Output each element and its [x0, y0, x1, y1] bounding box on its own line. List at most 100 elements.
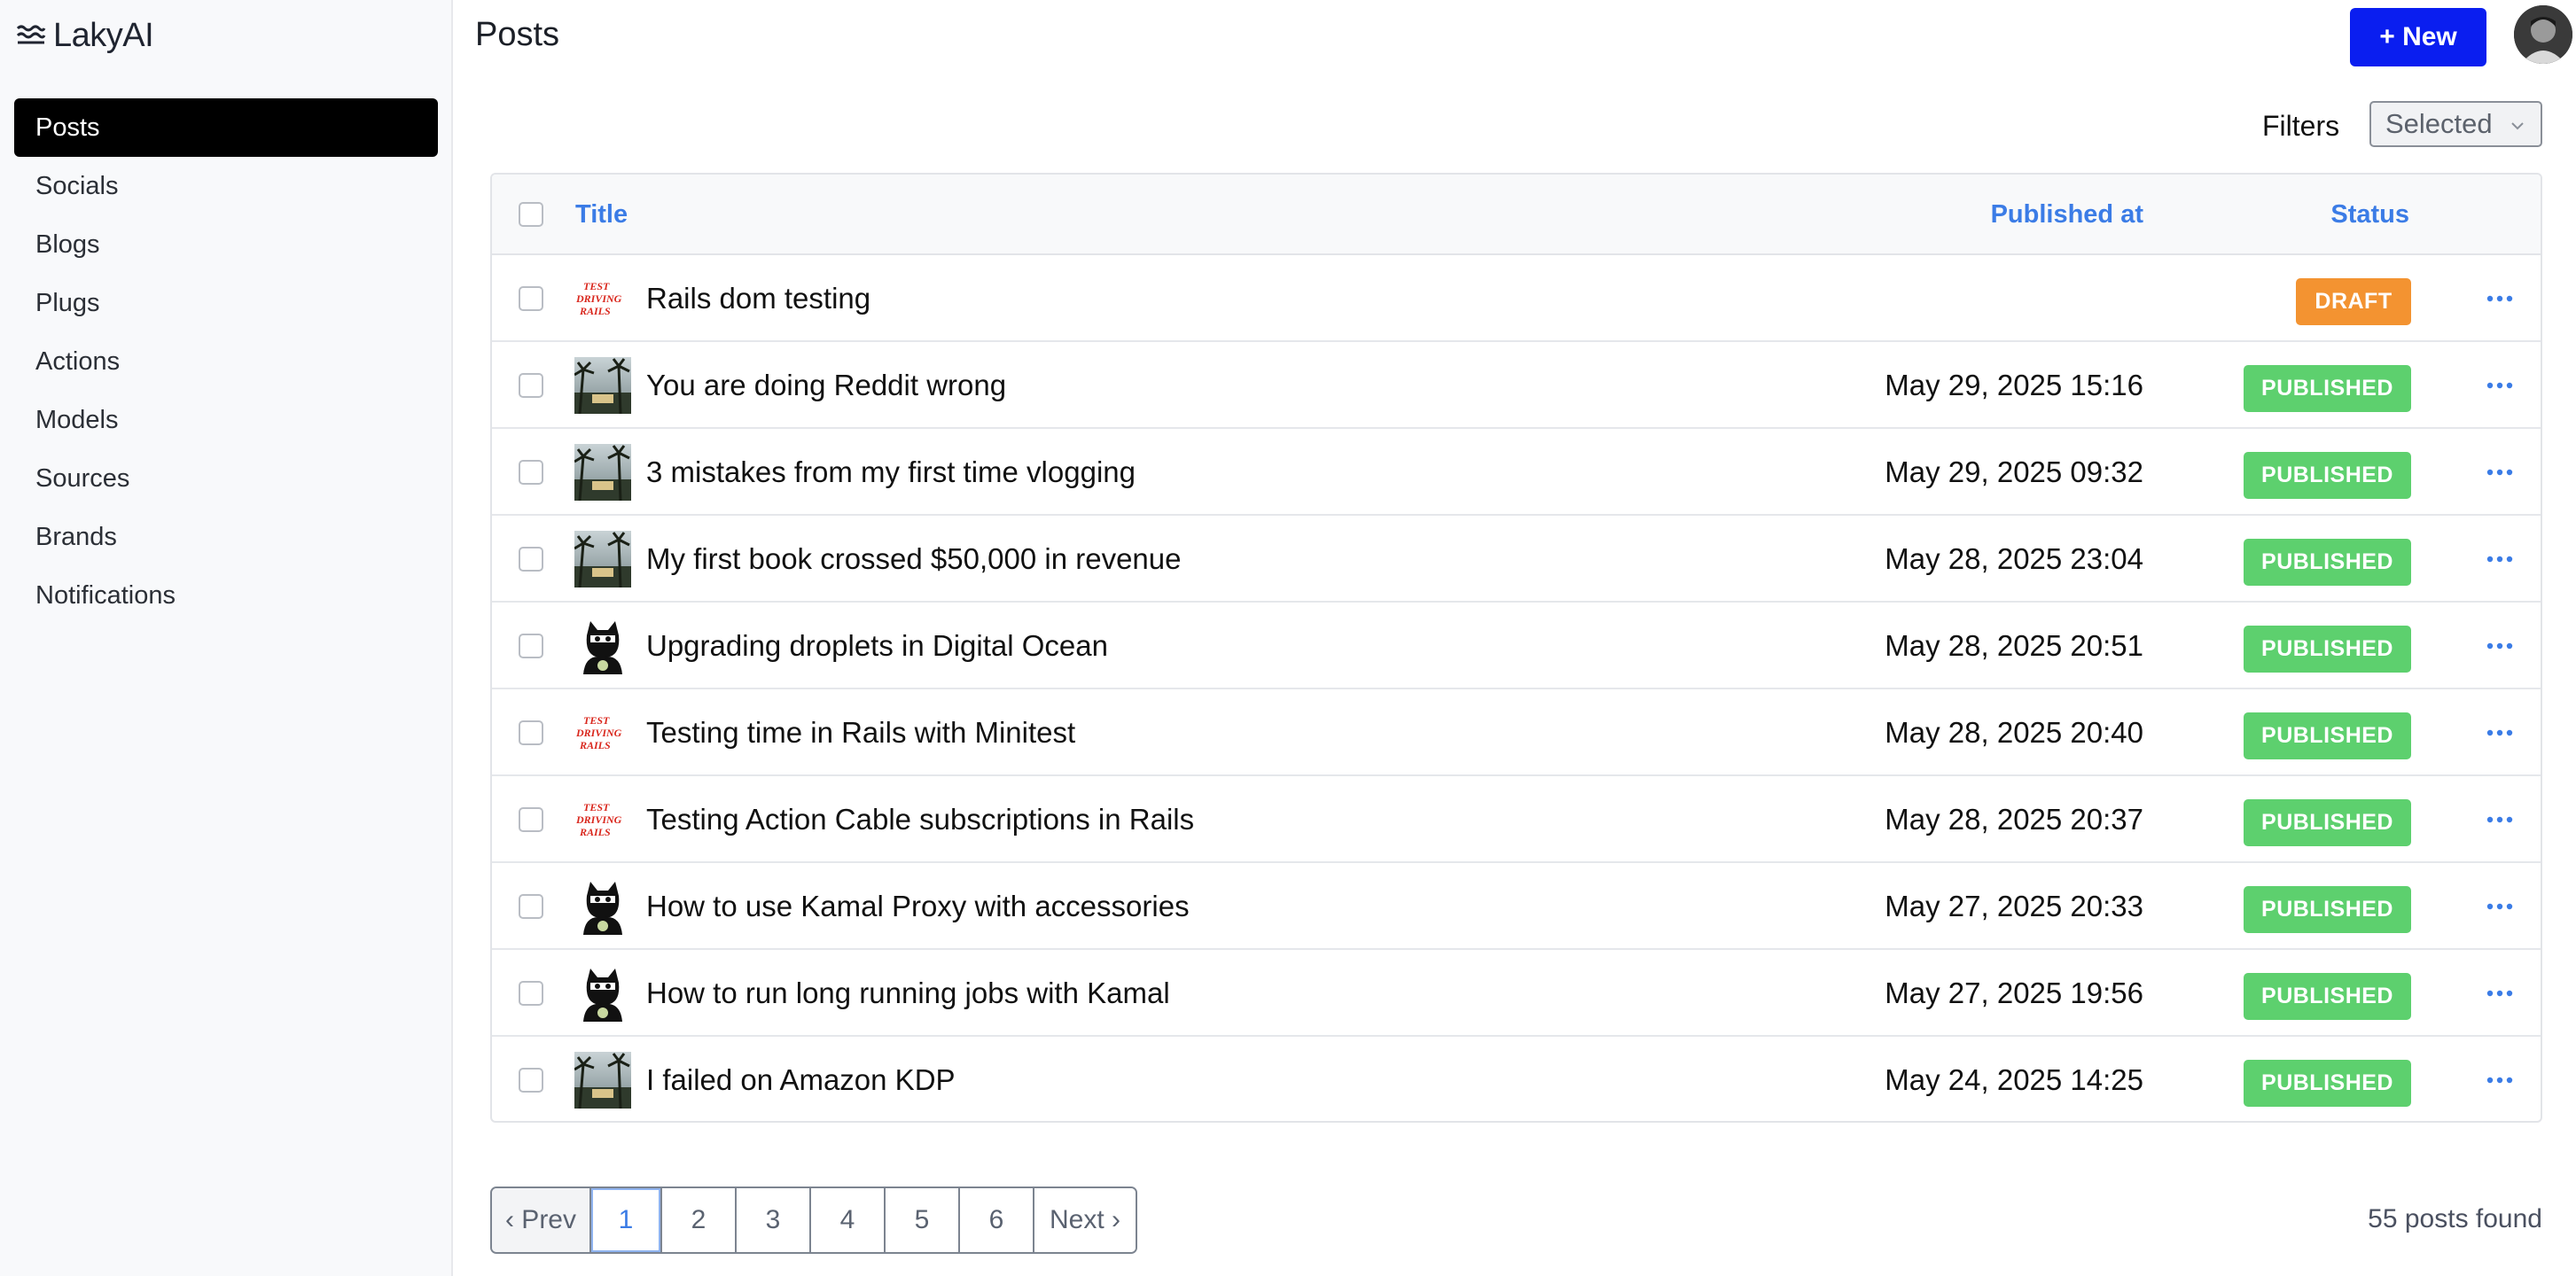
svg-text:TEST: TEST — [583, 714, 610, 727]
post-title[interactable]: How to run long running jobs with Kamal — [646, 950, 1170, 1037]
palm-photo-thumbnail — [574, 444, 631, 501]
page-6-button[interactable]: 6 — [960, 1188, 1034, 1252]
sidebar-item-posts[interactable]: Posts — [14, 98, 438, 157]
more-options-icon[interactable] — [2482, 950, 2517, 1037]
published-at: May 28, 2025 20:51 — [1885, 629, 2143, 662]
column-status[interactable]: Status — [2330, 175, 2409, 255]
sidebar-item-models[interactable]: Models — [14, 391, 438, 449]
cat-mascot-thumbnail — [574, 878, 631, 935]
sidebar-item-socials[interactable]: Socials — [14, 157, 438, 215]
published-at: May 27, 2025 20:33 — [1885, 890, 2143, 922]
status-badge: PUBLISHED — [2244, 452, 2411, 499]
svg-text:TEST: TEST — [583, 801, 610, 813]
post-title[interactable]: Upgrading droplets in Digital Ocean — [646, 603, 1108, 689]
row-checkbox[interactable] — [519, 1068, 543, 1093]
post-title[interactable]: I failed on Amazon KDP — [646, 1037, 956, 1121]
row-checkbox[interactable] — [519, 373, 543, 398]
next-page-button[interactable]: Next › — [1034, 1188, 1136, 1252]
row-checkbox[interactable] — [519, 286, 543, 311]
more-options-icon[interactable] — [2482, 863, 2517, 950]
table-row[interactable]: Upgrading droplets in Digital Ocean May 2… — [492, 603, 2541, 689]
page-5-button[interactable]: 5 — [886, 1188, 960, 1252]
sidebar-item-plugs[interactable]: Plugs — [14, 274, 438, 332]
more-options-icon[interactable] — [2482, 255, 2517, 342]
table-header: Title Published at Status — [492, 175, 2541, 255]
more-options-icon[interactable] — [2482, 342, 2517, 429]
table-row[interactable]: How to run long running jobs with Kamal M… — [492, 950, 2541, 1037]
row-checkbox[interactable] — [519, 460, 543, 485]
status-badge: PUBLISHED — [2244, 886, 2411, 933]
sidebar-item-blogs[interactable]: Blogs — [14, 215, 438, 274]
page-1-button[interactable]: 1 — [591, 1188, 662, 1252]
status-badge: PUBLISHED — [2244, 799, 2411, 846]
svg-text:RAILS: RAILS — [579, 826, 611, 838]
svg-text:DRIVING: DRIVING — [575, 813, 622, 826]
table-row[interactable]: How to use Kamal Proxy with accessories M… — [492, 863, 2541, 950]
more-options-icon[interactable] — [2482, 603, 2517, 689]
published-at: May 28, 2025 23:04 — [1885, 542, 2143, 575]
app-root: LakyAI Posts Socials Blogs Plugs Actions… — [0, 0, 2576, 1276]
table-row[interactable]: TEST DRIVING RAILS Testing Action Cable sub… — [492, 776, 2541, 863]
new-post-button[interactable]: + New — [2350, 8, 2486, 66]
table-row[interactable]: TEST DRIVING RAILS Rails dom testing DRAFT — [492, 255, 2541, 342]
table-row[interactable]: I failed on Amazon KDP May 24, 2025 14:25… — [492, 1037, 2541, 1121]
sidebar-item-notifications[interactable]: Notifications — [14, 566, 438, 625]
posts-found-count: 55 posts found — [2368, 1204, 2542, 1233]
app-name: LakyAI — [53, 16, 154, 54]
published-at: May 28, 2025 20:40 — [1885, 716, 2143, 749]
table-row[interactable]: My first book crossed $50,000 in revenue… — [492, 516, 2541, 603]
post-title[interactable]: Testing time in Rails with Minitest — [646, 689, 1075, 776]
post-title[interactable]: You are doing Reddit wrong — [646, 342, 1006, 429]
post-title[interactable]: Rails dom testing — [646, 255, 870, 342]
rails-book-thumbnail: TEST DRIVING RAILS — [574, 270, 631, 327]
column-published-at[interactable]: Published at — [1991, 175, 2143, 255]
more-options-icon[interactable] — [2482, 1037, 2517, 1121]
page-2-button[interactable]: 2 — [662, 1188, 737, 1252]
status-badge: PUBLISHED — [2244, 973, 2411, 1020]
post-title[interactable]: 3 mistakes from my first time vlogging — [646, 429, 1136, 516]
post-title[interactable]: My first book crossed $50,000 in revenue — [646, 516, 1182, 603]
row-checkbox[interactable] — [519, 894, 543, 919]
row-checkbox[interactable] — [519, 634, 543, 658]
cat-mascot-thumbnail — [574, 965, 631, 1022]
posts-table: Title Published at Status TEST DRIVING RAI… — [490, 173, 2542, 1123]
page-3-button[interactable]: 3 — [737, 1188, 811, 1252]
column-title[interactable]: Title — [575, 175, 628, 255]
chevron-down-icon — [2507, 112, 2528, 133]
row-checkbox[interactable] — [519, 981, 543, 1006]
published-at: May 27, 2025 19:56 — [1885, 976, 2143, 1009]
post-title[interactable]: Testing Action Cable subscriptions in Ra… — [646, 776, 1194, 863]
post-title[interactable]: How to use Kamal Proxy with accessories — [646, 863, 1190, 950]
brand[interactable]: LakyAI — [16, 14, 154, 57]
page-title: Posts — [475, 16, 560, 53]
more-options-icon[interactable] — [2482, 429, 2517, 516]
row-checkbox[interactable] — [519, 720, 543, 745]
published-at: May 29, 2025 15:16 — [1885, 369, 2143, 401]
rails-book-thumbnail: TEST DRIVING RAILS — [574, 704, 631, 761]
table-row[interactable]: TEST DRIVING RAILS Testing time in Rails wi… — [492, 689, 2541, 776]
sidebar-nav: Posts Socials Blogs Plugs Actions Models… — [14, 98, 438, 625]
page-4-button[interactable]: 4 — [811, 1188, 886, 1252]
row-checkbox[interactable] — [519, 547, 543, 572]
sidebar-item-brands[interactable]: Brands — [14, 508, 438, 566]
svg-text:TEST: TEST — [583, 280, 610, 292]
table-row[interactable]: 3 mistakes from my first time vlogging Ma… — [492, 429, 2541, 516]
select-all-checkbox[interactable] — [519, 202, 543, 227]
status-badge: PUBLISHED — [2244, 626, 2411, 673]
table-row[interactable]: You are doing Reddit wrong May 29, 2025 1… — [492, 342, 2541, 429]
rails-book-thumbnail: TEST DRIVING RAILS — [574, 791, 631, 848]
prev-page-button[interactable]: ‹ Prev — [492, 1188, 591, 1252]
published-at: May 28, 2025 20:37 — [1885, 803, 2143, 836]
row-checkbox[interactable] — [519, 807, 543, 832]
status-badge: PUBLISHED — [2244, 1060, 2411, 1107]
user-avatar[interactable] — [2514, 5, 2572, 64]
filters-label: Filters — [2262, 110, 2340, 142]
more-options-icon[interactable] — [2482, 516, 2517, 603]
filters-select[interactable]: Selected — [2369, 101, 2542, 147]
sidebar-item-sources[interactable]: Sources — [14, 449, 438, 508]
svg-text:RAILS: RAILS — [579, 739, 611, 751]
more-options-icon[interactable] — [2482, 689, 2517, 776]
palm-photo-thumbnail — [574, 531, 631, 587]
more-options-icon[interactable] — [2482, 776, 2517, 863]
sidebar-item-actions[interactable]: Actions — [14, 332, 438, 391]
